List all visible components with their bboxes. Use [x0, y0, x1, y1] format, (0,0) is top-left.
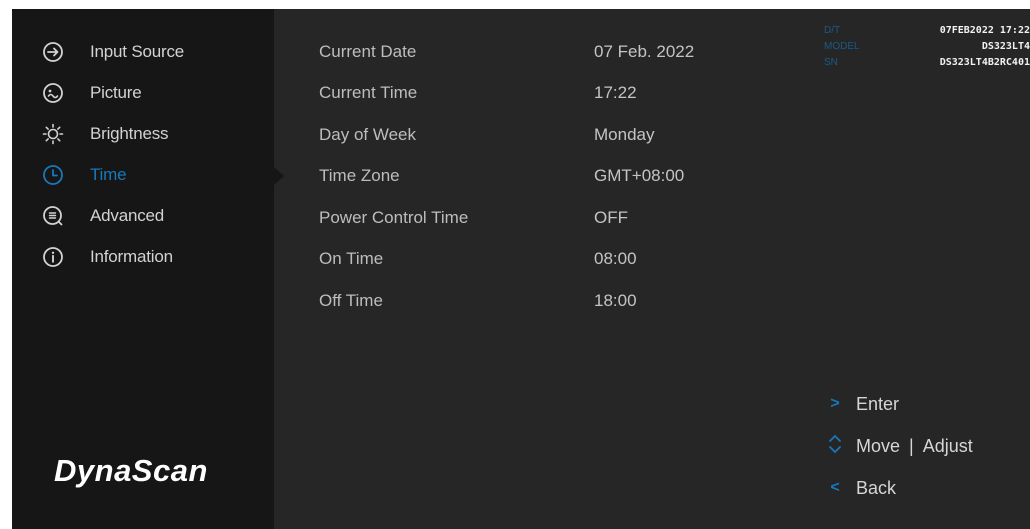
setting-row-current-time[interactable]: Current Time 17:22: [319, 73, 694, 115]
setting-value: Monday: [594, 124, 655, 144]
help-enter-label: Enter: [856, 393, 900, 414]
info-value: DS323LT4B2RC401: [939, 56, 1030, 68]
setting-value: 17:22: [594, 83, 637, 103]
picture-icon: [42, 82, 64, 104]
clock-icon: [42, 164, 64, 186]
setting-row-time-zone[interactable]: Time Zone GMT+08:00: [319, 156, 694, 198]
help-move-label: Move: [856, 435, 901, 456]
selection-pointer: [274, 167, 284, 185]
setting-row-current-date[interactable]: Current Date 07 Feb. 2022: [319, 31, 694, 73]
setting-label: Current Time: [319, 83, 418, 103]
setting-value: 18:00: [594, 290, 637, 310]
setting-value: 07 Feb. 2022: [594, 41, 695, 61]
sidebar: Input Source Picture Brightness Time Adv…: [12, 9, 274, 529]
setting-label: Time Zone: [319, 166, 400, 186]
chevron-right-icon: >: [830, 395, 840, 412]
dynascan-logo: DynaScan: [54, 453, 208, 488]
info-key: SN: [824, 56, 838, 68]
chevron-left-icon: <: [830, 479, 840, 496]
info-value: DS323LT4: [981, 40, 1030, 52]
setting-label: Current Date: [319, 41, 417, 61]
help-move-adjust: Move | Adjust: [824, 425, 973, 467]
device-info-serial: SN DS323LT4B2RC401: [824, 54, 1030, 70]
help-back-label: Back: [856, 477, 897, 498]
info-key: D/T: [824, 24, 841, 36]
help-adjust-label: Adjust: [922, 435, 973, 456]
setting-label: Day of Week: [319, 124, 417, 144]
brightness-icon: [42, 123, 64, 145]
sidebar-item-advanced[interactable]: Advanced: [42, 195, 184, 236]
device-info: D/T 07FEB2022 17:22 MODEL DS323LT4 SN DS…: [824, 22, 1030, 70]
sidebar-item-label: Input Source: [90, 41, 184, 61]
sidebar-item-information[interactable]: Information: [42, 236, 184, 277]
setting-row-power-control-time[interactable]: Power Control Time OFF: [319, 197, 694, 239]
help-enter: > Enter: [824, 383, 973, 425]
help-separator: |: [909, 435, 914, 456]
osd-menu: Input Source Picture Brightness Time Adv…: [12, 9, 1030, 529]
key-help: > Enter Move | Adjust < Back: [824, 383, 973, 509]
sidebar-item-label: Brightness: [90, 123, 169, 143]
setting-value: OFF: [594, 207, 628, 227]
setting-row-on-time[interactable]: On Time 08:00: [319, 239, 694, 281]
sidebar-item-time[interactable]: Time: [42, 154, 184, 195]
device-info-datetime: D/T 07FEB2022 17:22: [824, 22, 1030, 38]
device-info-model: MODEL DS323LT4: [824, 38, 1030, 54]
settings-list: Current Date 07 Feb. 2022 Current Time 1…: [319, 31, 694, 322]
sidebar-item-label: Advanced: [90, 205, 165, 225]
info-value: 07FEB2022 17:22: [939, 24, 1030, 36]
help-back: < Back: [824, 467, 973, 509]
setting-value: 08:00: [594, 249, 637, 269]
sidebar-item-brightness[interactable]: Brightness: [42, 113, 184, 154]
setting-row-day-of-week[interactable]: Day of Week Monday: [319, 114, 694, 156]
sidebar-item-label: Time: [90, 164, 127, 184]
sidebar-item-label: Picture: [90, 82, 142, 102]
up-down-chevron-icon: [824, 433, 846, 460]
setting-label: Off Time: [319, 290, 383, 310]
setting-row-off-time[interactable]: Off Time 18:00: [319, 280, 694, 322]
info-key: MODEL: [824, 40, 860, 52]
sidebar-item-input-source[interactable]: Input Source: [42, 31, 184, 72]
info-icon: [42, 246, 64, 268]
setting-label: Power Control Time: [319, 207, 469, 227]
setting-label: On Time: [319, 249, 384, 269]
advanced-icon: [42, 205, 64, 227]
sidebar-menu: Input Source Picture Brightness Time Adv…: [42, 31, 184, 277]
input-source-icon: [42, 41, 64, 63]
setting-value: GMT+08:00: [594, 166, 685, 186]
sidebar-item-picture[interactable]: Picture: [42, 72, 184, 113]
sidebar-item-label: Information: [90, 246, 173, 266]
